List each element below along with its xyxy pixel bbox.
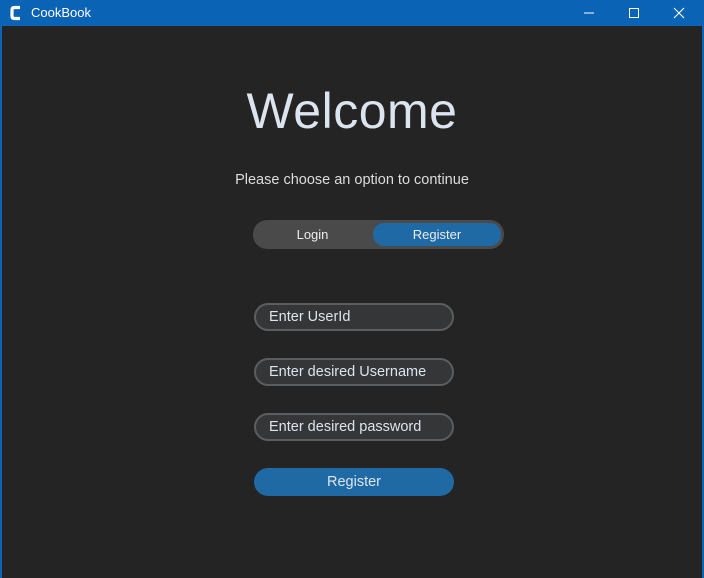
window-title: CookBook <box>31 5 91 20</box>
maximize-icon <box>628 8 639 18</box>
minimize-icon <box>583 12 594 14</box>
subtitle: Please choose an option to continue <box>235 172 469 188</box>
title-bar: CookBook <box>0 0 704 26</box>
tab-register[interactable]: Register <box>373 223 501 246</box>
welcome-heading: Welcome <box>246 83 458 139</box>
register-button[interactable]: Register <box>254 468 454 496</box>
cookbook-logo-icon <box>10 5 20 21</box>
username-field[interactable] <box>254 358 454 386</box>
close-icon <box>673 7 684 19</box>
auth-mode-switch: Login Register <box>253 220 504 249</box>
close-button[interactable] <box>656 0 701 26</box>
userid-field[interactable] <box>254 303 454 331</box>
minimize-button[interactable] <box>566 0 611 26</box>
password-field[interactable] <box>254 413 454 441</box>
tab-login[interactable]: Login <box>256 223 369 246</box>
maximize-button[interactable] <box>611 0 656 26</box>
